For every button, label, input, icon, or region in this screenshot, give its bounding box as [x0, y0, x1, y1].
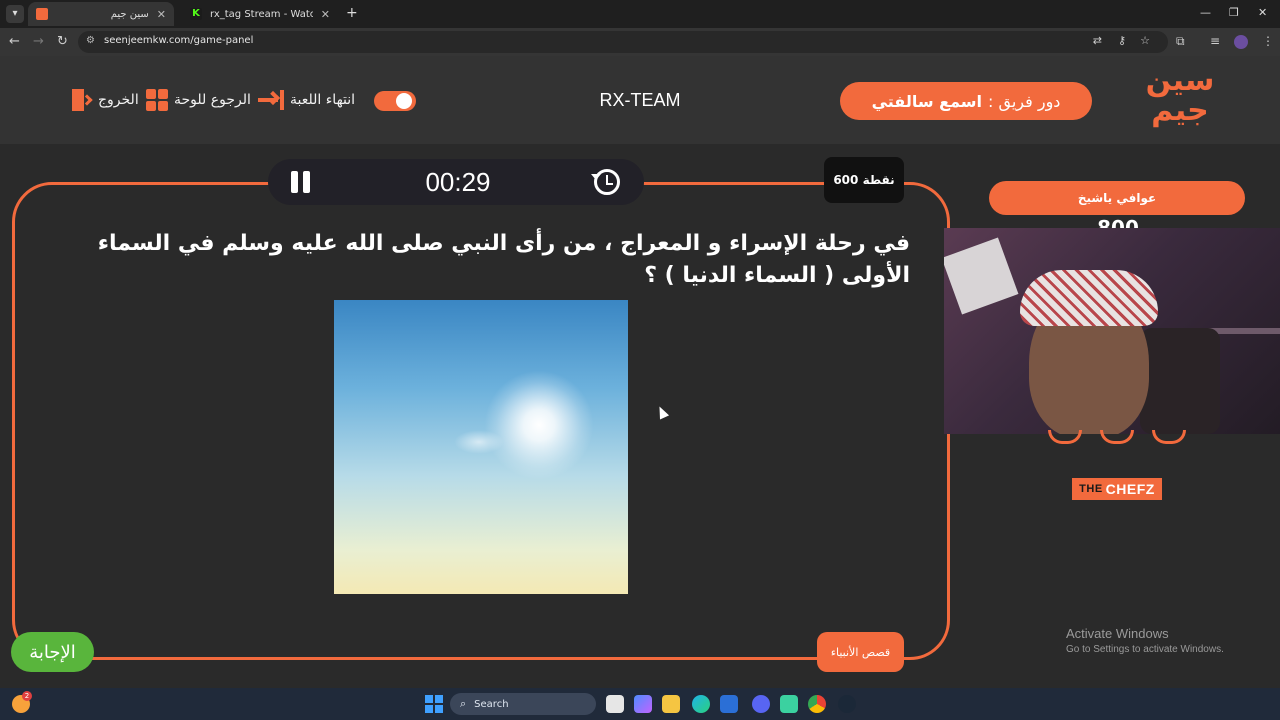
watermark-line-2: Go to Settings to activate Windows. — [1066, 644, 1224, 655]
question-image-sky — [334, 300, 628, 594]
chrome-icon[interactable] — [808, 695, 826, 713]
logo-line-2: جيم — [1151, 93, 1209, 128]
pause-icon[interactable] — [290, 171, 312, 193]
store-icon[interactable] — [720, 695, 738, 713]
logo-line-1: سين — [1145, 63, 1215, 98]
new-tab-button[interactable]: + — [346, 5, 358, 21]
profile-avatar[interactable] — [1234, 35, 1248, 49]
team-label-pill: عوافي ياشيخ — [989, 181, 1245, 215]
maximize-icon[interactable]: ❐ — [1229, 6, 1239, 19]
back-icon[interactable]: ← — [9, 34, 20, 49]
windows-taskbar: 2 ⌕ Search — [0, 688, 1280, 720]
end-game-button[interactable]: انتهاء اللعبة — [258, 90, 355, 110]
task-view-icon[interactable] — [606, 695, 624, 713]
sun-shape — [484, 370, 594, 480]
timer-display: 00:29 — [425, 167, 491, 197]
bookmark-star-icon[interactable]: ☆ — [1140, 34, 1150, 47]
gear-icon — [396, 93, 412, 109]
activate-windows-watermark: Activate Windows Go to Settings to activ… — [1066, 626, 1224, 655]
sponsor-logo-thechefz: THE CHEFZ — [1072, 478, 1162, 500]
tab-title: سين جيم — [110, 8, 149, 20]
discord-icon[interactable] — [752, 695, 770, 713]
tab-title: rx_tag Stream - Watch Live on K — [210, 8, 313, 20]
team-name: RX-TEAM — [599, 90, 681, 110]
end-game-arrow-icon — [258, 90, 284, 110]
turn-indicator: دور فريق : اسمع سالفتي — [840, 82, 1092, 120]
app-icon[interactable] — [780, 695, 798, 713]
browser-tab-bar: ▾ سين جيم ✕ K rx_tag Stream - Watch Live… — [0, 0, 1280, 28]
lens-flare-shape — [454, 430, 504, 454]
extensions-icon[interactable]: ⧉ — [1176, 34, 1185, 49]
exit-door-icon — [70, 89, 93, 111]
lifeline-2[interactable] — [1100, 430, 1134, 444]
turn-team-name: اسمع سالفتي — [871, 91, 983, 111]
exit-label: الخروج — [98, 92, 139, 108]
edge-browser-icon[interactable] — [692, 695, 710, 713]
end-game-label: انتهاء اللعبة — [290, 92, 356, 108]
weather-widget-icon[interactable]: 2 — [12, 691, 32, 713]
sponsor-the: THE — [1079, 483, 1103, 495]
kick-favicon-icon: K — [190, 8, 202, 20]
softbox-lamp — [944, 237, 1019, 315]
reset-timer-icon[interactable] — [591, 169, 620, 195]
game-header: الخروج الرجوع للوحة انتهاء اللعبة RX-TEA… — [0, 56, 1280, 144]
lifeline-circles — [1048, 430, 1188, 450]
category-badge: قصص الأنبياء — [817, 632, 904, 672]
password-key-icon[interactable]: ⚷ — [1118, 34, 1126, 47]
file-explorer-icon[interactable] — [662, 695, 680, 713]
minimize-icon[interactable]: — — [1200, 6, 1211, 19]
lifeline-1[interactable] — [1048, 430, 1082, 444]
address-bar[interactable]: ⚙ seenjeemkw.com/game-panel ⇄ ⚷ ☆ — [78, 31, 1168, 53]
gaming-chair — [1140, 328, 1220, 434]
notification-badge: 2 — [22, 691, 32, 701]
tab-search-icon[interactable]: ▾ — [6, 5, 24, 23]
settings-toggle[interactable] — [374, 91, 416, 111]
watermark-line-1: Activate Windows — [1066, 626, 1169, 641]
copilot-icon[interactable] — [634, 695, 652, 713]
close-tab-icon[interactable]: ✕ — [321, 8, 330, 21]
question-text: في رحلة الإسراء و المعراج ، من رأى النبي… — [97, 231, 910, 288]
url-text: seenjeemkw.com/game-panel — [104, 35, 254, 46]
reload-icon[interactable]: ↻ — [57, 34, 68, 49]
sponsor-name: CHEFZ — [1105, 481, 1155, 497]
site-info-icon[interactable]: ⚙ — [86, 35, 95, 46]
board-grid-icon — [146, 89, 168, 111]
seenjeem-favicon-icon — [36, 8, 48, 20]
forward-icon[interactable]: → — [33, 34, 44, 49]
timer-bar: 00:29 — [268, 159, 644, 205]
menu-kebab-icon[interactable]: ⋮ — [1262, 34, 1274, 48]
browser-toolbar: ← → ↻ ⚙ seenjeemkw.com/game-panel ⇄ ⚷ ☆ … — [0, 28, 1280, 56]
streamer-webcam-overlay — [944, 228, 1280, 434]
steam-icon[interactable] — [838, 695, 856, 713]
answer-button[interactable]: الإجابة — [11, 632, 94, 672]
lifeline-3[interactable] — [1152, 430, 1186, 444]
game-panel-page: الخروج الرجوع للوحة انتهاء اللعبة RX-TEA… — [0, 56, 1280, 688]
search-icon: ⌕ — [460, 697, 467, 710]
back-to-board-label: الرجوع للوحة — [174, 92, 251, 108]
reading-list-icon[interactable]: ≡ — [1210, 34, 1220, 48]
search-placeholder: Search — [474, 698, 509, 710]
tab-kick-stream[interactable]: K rx_tag Stream - Watch Live on K ✕ — [182, 2, 338, 26]
tab-seenjeem[interactable]: سين جيم ✕ — [28, 2, 174, 26]
seenjeem-logo[interactable]: سين جيم — [1142, 66, 1218, 132]
translate-icon[interactable]: ⇄ — [1093, 34, 1102, 47]
close-tab-icon[interactable]: ✕ — [157, 8, 166, 21]
exit-button[interactable]: الخروج — [70, 89, 139, 111]
close-window-icon[interactable]: ✕ — [1258, 6, 1267, 19]
back-to-board-button[interactable]: الرجوع للوحة — [146, 89, 251, 111]
points-badge: 600 نقطة — [824, 157, 904, 203]
windows-start-icon[interactable] — [425, 695, 443, 713]
turn-prefix: دور فريق : — [988, 91, 1061, 111]
taskbar-search[interactable]: ⌕ Search — [450, 693, 596, 715]
streamer-shemagh — [1020, 270, 1158, 326]
